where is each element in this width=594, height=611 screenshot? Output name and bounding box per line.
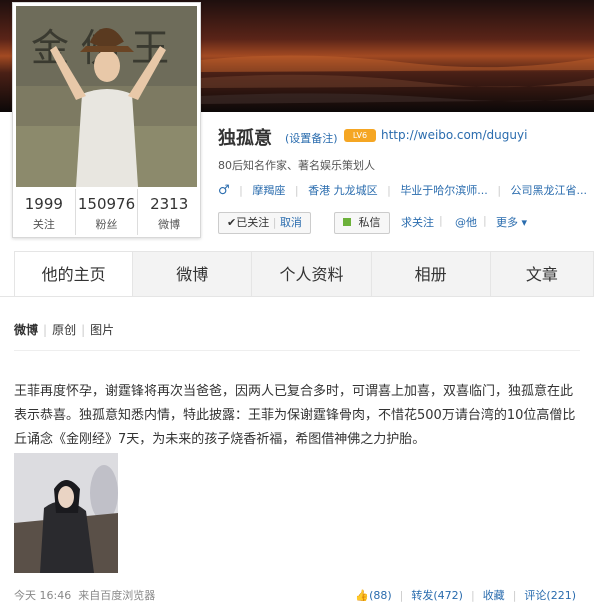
tab-profile[interactable]: 个人资料 xyxy=(252,251,372,297)
action-separator: | xyxy=(483,214,487,227)
tab-divider xyxy=(0,296,594,297)
comment-button[interactable]: 评论(221) xyxy=(524,589,576,602)
at-link[interactable]: @他 xyxy=(455,214,477,230)
stat-number: 150976 xyxy=(77,195,136,213)
followed-label: ✔已关注 xyxy=(227,216,270,229)
more-label: 更多 xyxy=(496,216,518,229)
post-text: 王菲再度怀孕，谢霆锋将再次当爸爸，因两人已复合多时，可谓喜上加喜，双喜临门，独孤… xyxy=(14,384,576,447)
tab-articles[interactable]: 文章 xyxy=(490,251,594,297)
stat-label: 关注 xyxy=(32,218,55,231)
stat-follow[interactable]: 1999 关注 xyxy=(13,189,76,235)
profile-url-link[interactable]: http://weibo.com/duguyi xyxy=(381,128,527,142)
favorite-button[interactable]: 收藏 xyxy=(483,589,505,602)
stat-number: 1999 xyxy=(24,195,63,213)
message-label: 私信 xyxy=(358,216,381,229)
constellation-link[interactable]: 摩羯座 xyxy=(252,184,285,197)
stat-weibo[interactable]: 2313 微博 xyxy=(138,189,200,235)
chevron-down-icon: ▾ xyxy=(521,216,528,229)
filter-original[interactable]: 原创 xyxy=(52,323,76,337)
message-icon xyxy=(343,218,351,226)
repost-button[interactable]: 转发(472) xyxy=(411,589,463,602)
post-actions: 👍(88) | 转发(472) | 收藏 | 评论(221) xyxy=(355,589,576,602)
tab-album[interactable]: 相册 xyxy=(371,251,491,297)
feed-filter: 微博 | 原创 | 图片 xyxy=(14,323,115,337)
profile-name: 独孤意 xyxy=(218,128,272,149)
followed-button[interactable]: ✔已关注 | 取消 xyxy=(218,212,311,234)
set-remark-link[interactable]: (设置备注) xyxy=(285,130,338,146)
stat-fans[interactable]: 150976 粉丝 xyxy=(76,189,139,235)
male-icon: ♂ xyxy=(218,183,230,198)
source-link[interactable]: 百度浏览器 xyxy=(100,589,155,602)
profile-tabs: 他的主页 微博 个人资料 相册 文章 xyxy=(14,251,594,297)
level-badge: LV6 xyxy=(344,129,376,142)
action-separator: | xyxy=(439,214,443,227)
seek-follow-link[interactable]: 求关注 xyxy=(401,214,434,230)
post-time[interactable]: 今天 16:46 xyxy=(14,589,71,602)
profile-info-row: ♂ | 摩羯座 | 香港 九龙城区 | 毕业于哈尔滨师... | 公司黑龙江省.… xyxy=(218,183,588,198)
post-meta: 今天 16:46 来自百度浏览器 xyxy=(14,587,155,603)
stat-label: 粉丝 xyxy=(95,218,118,231)
like-button[interactable]: 👍(88) xyxy=(355,589,391,602)
school-link[interactable]: 毕业于哈尔滨师... xyxy=(400,184,488,197)
profile-description: 80后知名作家、著名娱乐策划人 xyxy=(218,159,375,172)
profile-card: 金 佛 王 1999 关注 150976 粉丝 2313 微博 xyxy=(12,2,201,238)
filter-images[interactable]: 图片 xyxy=(90,323,114,337)
like-count: (88) xyxy=(369,589,392,602)
filter-weibo[interactable]: 微博 xyxy=(14,323,38,337)
thumbs-up-icon: 👍 xyxy=(355,589,370,602)
stat-label: 微博 xyxy=(158,218,181,231)
source-prefix: 来自 xyxy=(78,589,101,602)
stat-number: 2313 xyxy=(150,195,189,213)
avatar[interactable]: 金 佛 王 xyxy=(16,6,197,187)
post-image[interactable] xyxy=(14,453,118,573)
cancel-follow-link[interactable]: 取消 xyxy=(280,216,302,229)
company-link[interactable]: 公司黑龙江省... xyxy=(511,184,588,197)
feed-divider xyxy=(14,350,580,351)
tab-weibo[interactable]: 微博 xyxy=(133,251,253,297)
more-menu[interactable]: 更多 ▾ xyxy=(496,214,527,230)
location-link[interactable]: 香港 九龙城区 xyxy=(308,184,378,197)
tab-home[interactable]: 他的主页 xyxy=(14,251,134,297)
message-button[interactable]: 私信 xyxy=(334,212,390,234)
stats-bar: 1999 关注 150976 粉丝 2313 微博 xyxy=(13,189,200,235)
